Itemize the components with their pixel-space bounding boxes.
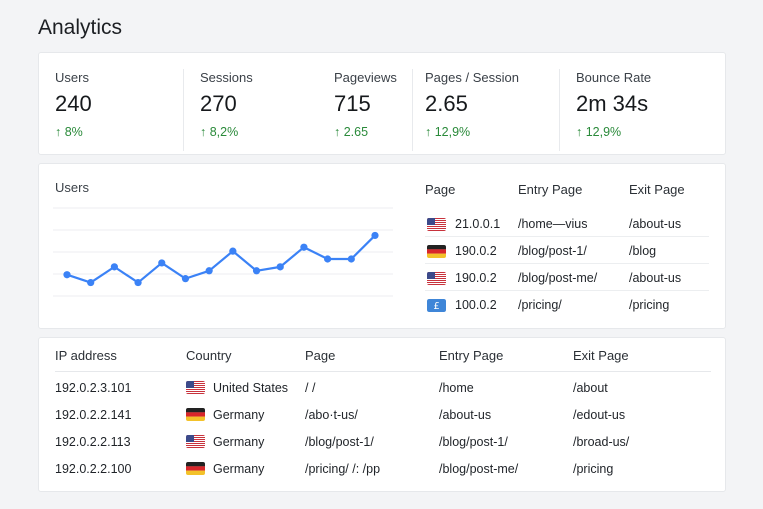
page-title: Analytics [38, 16, 123, 39]
stat-value: 2.65 [425, 91, 468, 116]
table-row[interactable]: 21.0.0.1 /home—vius /about-us [425, 210, 709, 237]
page-cell: /pricing/ /: /pp [305, 462, 381, 476]
table-row[interactable]: £ 100.0.2 /pricing/ /pricing [425, 291, 709, 318]
data-point[interactable] [87, 278, 95, 287]
country-cell: United States [213, 381, 289, 395]
stat-label: Bounce Rate [576, 70, 652, 85]
us-flag-icon [427, 272, 446, 285]
exit-page-cell: /blog [629, 244, 657, 258]
stat-change: ↑ 2.65 [334, 125, 369, 139]
country-cell: Germany [213, 462, 265, 476]
entry-page-cell: /blog/post-1/ [518, 244, 587, 258]
pound-badge-icon: £ [427, 299, 446, 312]
de-flag-icon [186, 462, 205, 475]
exit-page-cell: /broad-us/ [573, 435, 630, 449]
stats-card: Users 240 ↑ 8% Sessions 270 ↑ 8,2% Pagev… [38, 52, 726, 155]
data-point[interactable] [181, 275, 190, 283]
page-cell: 190.0.2 [455, 271, 497, 285]
stat-value: 270 [200, 91, 237, 116]
table-row[interactable]: 190.0.2 /blog/post-1/ /blog [425, 237, 709, 264]
entry-page-cell: /blog/post-me/ [518, 271, 598, 285]
column-header-exit-page[interactable]: Exit Page [573, 348, 629, 363]
data-point[interactable] [324, 255, 332, 263]
data-point[interactable] [229, 247, 237, 255]
column-header-ip-address[interactable]: IP address [55, 348, 117, 363]
data-point[interactable] [63, 271, 71, 279]
country-cell: Germany [213, 408, 265, 422]
entry-page-cell: /home—vius [518, 217, 588, 231]
stat-value: 715 [334, 91, 371, 116]
page-cell: /abo·t-us/ [305, 408, 358, 422]
ip-cell: 192.0.2.2.113 [55, 435, 131, 449]
page-cell: / / [305, 381, 316, 395]
data-point[interactable] [134, 278, 142, 287]
divider [412, 69, 413, 151]
column-header-exit-page[interactable]: Exit Page [629, 182, 685, 197]
de-flag-icon [186, 408, 205, 421]
page-cell: /blog/post-1/ [305, 435, 374, 449]
exit-page-cell: /about-us [629, 271, 682, 285]
stat-value: 240 [55, 91, 92, 116]
column-header-country[interactable]: Country [186, 348, 232, 363]
table-row[interactable]: 192.0.2.2.113 Germany /blog/post-1/ /blo… [39, 429, 727, 456]
exit-page-cell: /about [573, 381, 608, 395]
table-row[interactable]: 192.0.2.2.141 Germany /abo·t-us/ /about-… [39, 402, 727, 429]
country-cell: Germany [213, 435, 265, 449]
stat-change: ↑ 12,9% [425, 125, 471, 139]
entry-page-cell: /blog/post-1/ [439, 435, 508, 449]
data-point[interactable] [300, 243, 308, 251]
divider [559, 69, 560, 151]
us-flag-icon [186, 381, 205, 394]
stat-change: ↑ 12,9% [576, 125, 622, 139]
entry-page-cell: /home [439, 381, 474, 395]
ip-cell: 192.0.2.2.100 [55, 462, 132, 476]
entry-page-cell: /about-us [439, 408, 492, 422]
users-chart-card: Users Page Entry Page Exit Page 21.0.0.1… [38, 163, 726, 329]
stat-label: Users [55, 70, 89, 85]
data-point[interactable] [110, 263, 118, 271]
page-cell: 21.0.0.1 [455, 217, 501, 231]
data-point[interactable] [371, 231, 379, 240]
column-header-page[interactable]: Page [425, 182, 455, 197]
stat-label: Pages / Session [425, 70, 519, 85]
exit-page-cell: /edout-us [573, 408, 626, 422]
table-row[interactable]: 192.0.2.2.100 Germany /pricing/ /: /pp /… [39, 456, 727, 483]
chart-title: Users [55, 180, 89, 195]
stat-change: ↑ 8% [55, 125, 83, 139]
table-row[interactable]: 192.0.2.3.101 United States / / /home /a… [39, 375, 727, 402]
entry-page-cell: /pricing/ [518, 298, 562, 312]
header-divider [55, 371, 711, 372]
users-line-chart[interactable] [53, 200, 393, 318]
exit-page-cell: /pricing [573, 462, 614, 476]
divider [183, 69, 184, 151]
us-flag-icon [186, 435, 205, 448]
data-point[interactable] [347, 255, 355, 263]
ip-cell: 192.0.2.2.141 [55, 408, 132, 422]
page-cell: 100.0.2 [455, 298, 497, 312]
column-header-entry-page[interactable]: Entry Page [518, 182, 582, 197]
data-point[interactable] [276, 263, 284, 271]
us-flag-icon [427, 218, 446, 231]
data-point[interactable] [205, 267, 213, 275]
ip-cell: 192.0.2.3.101 [55, 381, 132, 395]
entry-page-cell: /blog/post-me/ [439, 462, 519, 476]
exit-page-cell: /pricing [629, 298, 670, 312]
stat-label: Sessions [200, 70, 253, 85]
table-row[interactable]: 190.0.2 /blog/post-me/ /about-us [425, 264, 709, 291]
column-header-entry-page[interactable]: Entry Page [439, 348, 503, 363]
data-point[interactable] [158, 259, 166, 267]
stat-value: 2m 34s [576, 91, 649, 116]
visits-table-card: IP address Country Page Entry Page Exit … [38, 337, 726, 492]
de-flag-icon [427, 245, 446, 258]
stat-label: Pageviews [334, 70, 397, 85]
column-header-page[interactable]: Page [305, 348, 335, 363]
data-point[interactable] [252, 267, 261, 275]
exit-page-cell: /about-us [629, 217, 682, 231]
page-cell: 190.0.2 [455, 244, 497, 258]
svg-text:£: £ [433, 301, 439, 312]
stat-change: ↑ 8,2% [200, 125, 239, 139]
